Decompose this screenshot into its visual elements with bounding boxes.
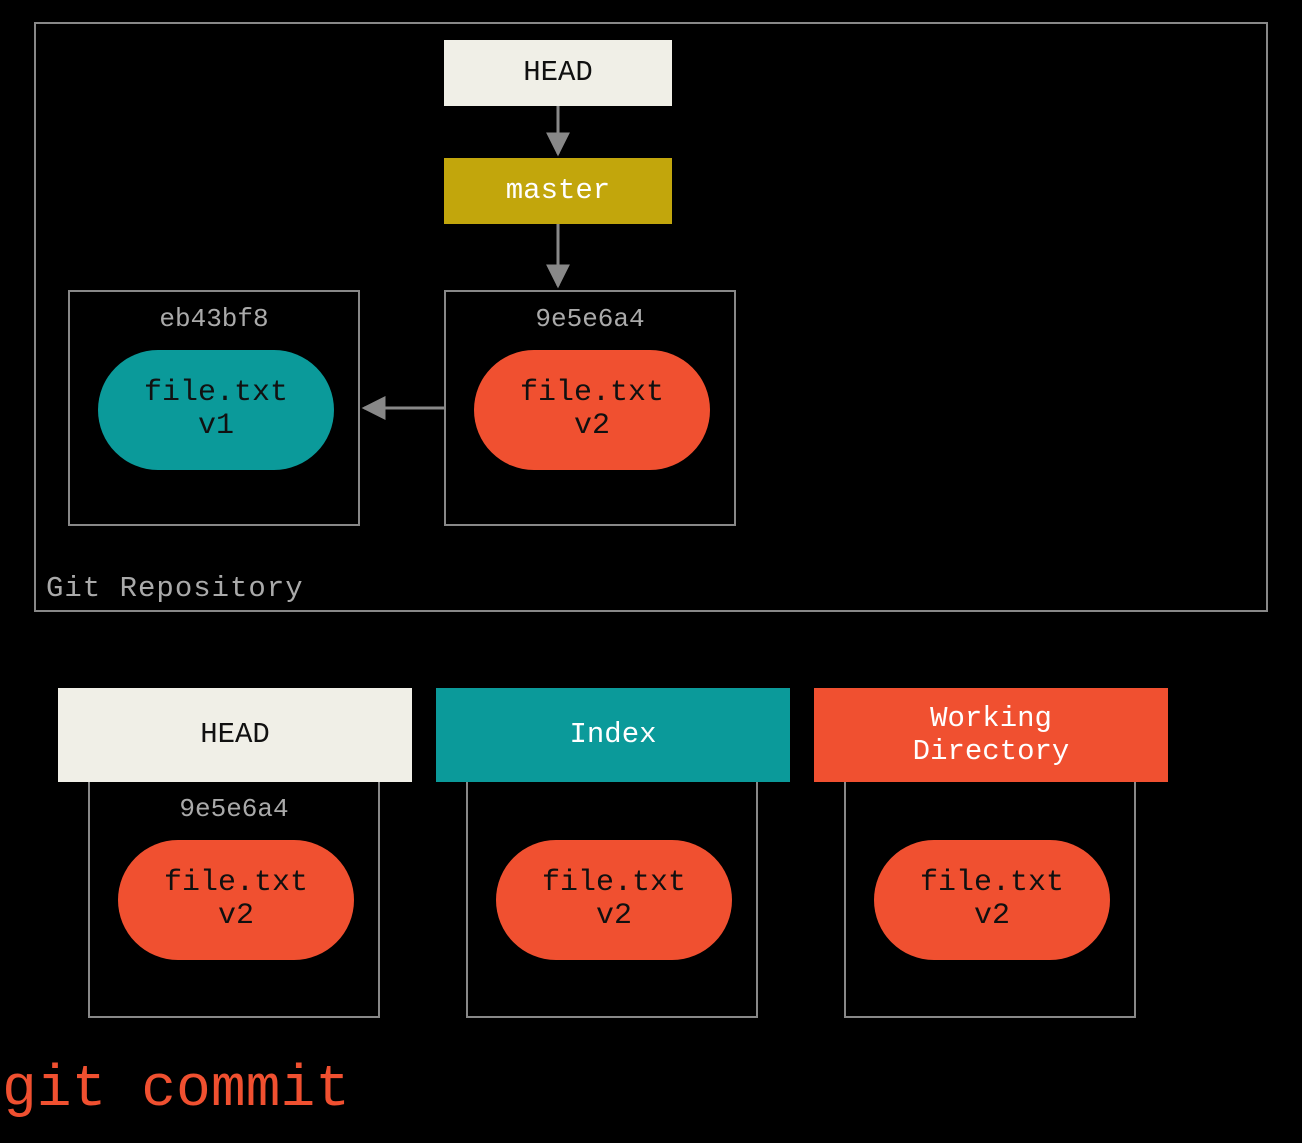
file-pill-tree-index: file.txt v2 <box>496 840 732 960</box>
ref-branch-label: master <box>506 174 610 207</box>
repository-label: Git Repository <box>46 572 304 605</box>
file-version: v2 <box>218 900 254 933</box>
file-version: v2 <box>974 900 1010 933</box>
ref-head-label: HEAD <box>523 56 593 89</box>
commit-eb43bf8: eb43bf8 file.txt v1 <box>68 290 360 526</box>
commit-9e5e6a4: 9e5e6a4 file.txt v2 <box>444 290 736 526</box>
git-command: git commit <box>2 1058 350 1123</box>
file-name: file.txt <box>542 867 686 900</box>
file-name: file.txt <box>920 867 1064 900</box>
file-pill-tree-wd: file.txt v2 <box>874 840 1110 960</box>
tree-header-wd-label: Working Directory <box>913 702 1070 769</box>
tree-header-head: HEAD <box>58 688 412 782</box>
file-name: file.txt <box>520 377 664 410</box>
file-pill-tree-head: file.txt v2 <box>118 840 354 960</box>
file-name: file.txt <box>144 377 288 410</box>
file-version: v2 <box>574 410 610 443</box>
file-pill-9e5e6a4: file.txt v2 <box>474 350 710 470</box>
commit-hash-eb43bf8: eb43bf8 <box>70 304 358 334</box>
commit-hash-9e5e6a4: 9e5e6a4 <box>446 304 734 334</box>
tree-frame-head: 9e5e6a4 file.txt v2 <box>88 782 380 1018</box>
tree-header-wd: Working Directory <box>814 688 1168 782</box>
tree-header-index-label: Index <box>569 718 656 751</box>
file-name: file.txt <box>164 867 308 900</box>
file-pill-eb43bf8: file.txt v1 <box>98 350 334 470</box>
ref-head: HEAD <box>444 40 672 106</box>
tree-frame-wd: file.txt v2 <box>844 782 1136 1018</box>
file-version: v1 <box>198 410 234 443</box>
tree-hash-head: 9e5e6a4 <box>90 794 378 824</box>
ref-branch-master: master <box>444 158 672 224</box>
file-version: v2 <box>596 900 632 933</box>
tree-header-index: Index <box>436 688 790 782</box>
tree-header-head-label: HEAD <box>200 718 270 751</box>
tree-frame-index: file.txt v2 <box>466 782 758 1018</box>
